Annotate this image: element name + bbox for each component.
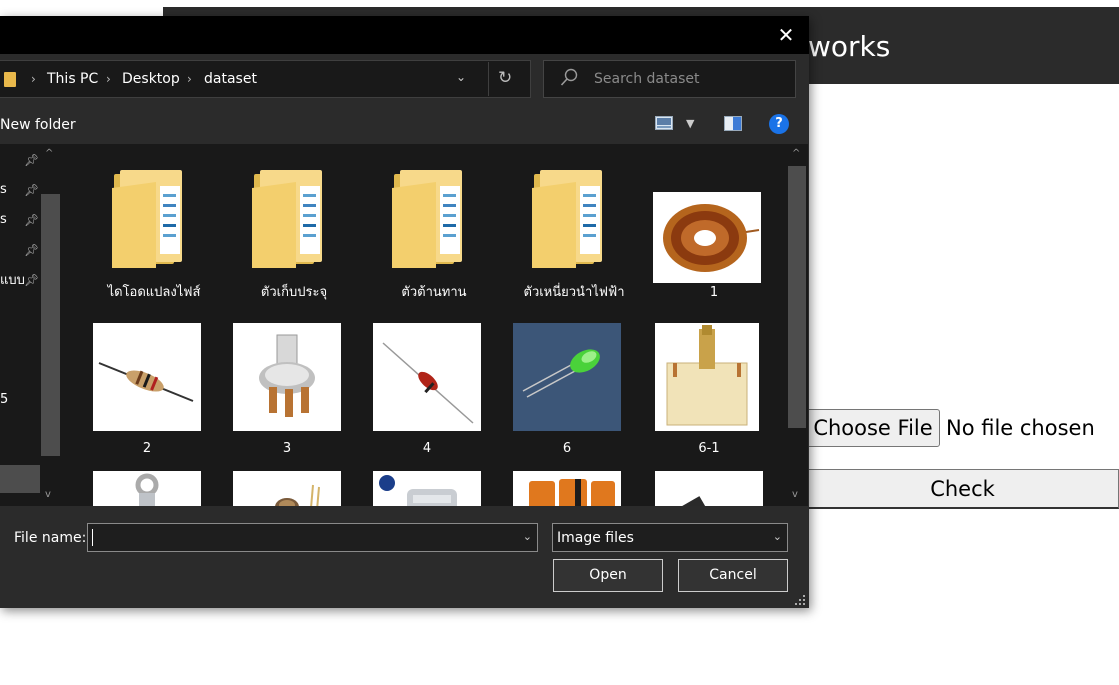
file-name-label: File name: bbox=[14, 530, 87, 546]
chevron-down-icon[interactable]: ⌄ bbox=[456, 70, 466, 84]
breadcrumb-desktop[interactable]: Desktop bbox=[122, 70, 180, 88]
no-file-chosen-text: No file chosen bbox=[946, 416, 1095, 440]
check-button[interactable]: Check bbox=[806, 469, 1119, 509]
text-caret bbox=[92, 529, 93, 546]
resistor-thumbnail bbox=[93, 323, 201, 431]
toroid-inductor-thumbnail bbox=[653, 192, 761, 283]
file-name-input[interactable]: ⌄ bbox=[87, 523, 538, 552]
pin-icon: 📌︎ bbox=[24, 213, 40, 227]
file-label: ไดโอดแปลงไฟส์ bbox=[107, 285, 201, 300]
potentiometer-thumbnail bbox=[233, 323, 341, 431]
diode-thumbnail bbox=[373, 323, 481, 431]
photoresistor-thumbnail bbox=[233, 471, 341, 506]
navigation-pane[interactable]: 📌︎ s 📌︎ s 📌︎ 📌︎ แบบ 📌︎ 5 ^ v bbox=[0, 144, 62, 506]
cancel-button[interactable]: Cancel bbox=[678, 559, 788, 592]
scroll-down-icon[interactable]: v bbox=[45, 489, 51, 500]
new-folder-button[interactable]: New folder bbox=[0, 116, 76, 134]
scroll-up-icon[interactable]: ^ bbox=[792, 148, 800, 159]
resize-grip-icon[interactable] bbox=[794, 594, 806, 606]
chevron-right-icon[interactable]: › bbox=[187, 70, 192, 88]
nav-item-5[interactable]: แบบ bbox=[0, 273, 25, 289]
pin-icon: 📌︎ bbox=[24, 153, 40, 167]
nav-item-selected[interactable] bbox=[0, 465, 40, 493]
scroll-down-icon[interactable]: v bbox=[792, 489, 798, 500]
search-placeholder: Search dataset bbox=[594, 71, 700, 87]
lug-terminal-thumbnail bbox=[93, 471, 201, 506]
file-label: 4 bbox=[422, 441, 432, 456]
file-label: 2 bbox=[142, 441, 152, 456]
chevron-down-icon[interactable]: ⌄ bbox=[523, 530, 532, 543]
file-label: ตัวเก็บประจุ bbox=[260, 285, 328, 300]
folder-icon bbox=[252, 170, 322, 268]
dialog-titlebar[interactable]: ✕ bbox=[0, 16, 809, 54]
file-list-scrollbar[interactable]: ^ v bbox=[787, 144, 808, 506]
nav-item-2[interactable]: s bbox=[0, 182, 7, 198]
change-view-icon[interactable] bbox=[655, 116, 673, 130]
file-label: 3 bbox=[282, 441, 292, 456]
file-label: 6-1 bbox=[698, 441, 720, 456]
nav-item-6[interactable]: 5 bbox=[0, 392, 8, 408]
green-led-thumbnail bbox=[513, 323, 621, 431]
folder-icon bbox=[532, 170, 602, 268]
close-button[interactable]: ✕ bbox=[763, 16, 809, 54]
relay-thumbnail bbox=[373, 471, 481, 506]
refresh-icon[interactable]: ↻ bbox=[498, 68, 512, 88]
folder-icon bbox=[112, 170, 182, 268]
file-label: 1 bbox=[709, 285, 719, 300]
electrolytic-capacitors-thumbnail bbox=[513, 471, 621, 506]
variable-capacitor-thumbnail bbox=[655, 323, 759, 431]
folder-icon bbox=[4, 72, 16, 87]
chevron-right-icon[interactable]: › bbox=[31, 70, 36, 88]
page-title: works bbox=[808, 30, 891, 63]
file-type-value: Image files bbox=[557, 530, 634, 546]
pin-icon: 📌︎ bbox=[24, 183, 40, 197]
breadcrumb-dataset[interactable]: dataset bbox=[204, 70, 257, 88]
help-icon[interactable]: ? bbox=[769, 114, 789, 134]
transistor-thumbnail bbox=[655, 471, 763, 506]
pin-icon: 📌︎ bbox=[24, 243, 40, 257]
chevron-right-icon[interactable]: › bbox=[106, 70, 111, 88]
breadcrumb-this-pc[interactable]: This PC bbox=[47, 70, 98, 88]
folder-icon bbox=[392, 170, 462, 268]
search-icon bbox=[560, 68, 578, 86]
open-button[interactable]: Open bbox=[553, 559, 663, 592]
file-open-dialog: ✕ › This PC › Desktop › dataset ⌄ ↻ Sear… bbox=[0, 16, 809, 608]
file-label: 6 bbox=[562, 441, 572, 456]
divider bbox=[488, 62, 489, 96]
caret-down-icon[interactable]: ▼ bbox=[686, 117, 694, 130]
scroll-up-icon[interactable]: ^ bbox=[45, 148, 53, 159]
scrollbar-thumb[interactable] bbox=[788, 166, 806, 428]
file-label: ตัวเหนี่ยวนำไฟฟ้า bbox=[523, 285, 625, 300]
nav-scrollbar-thumb[interactable] bbox=[41, 194, 60, 456]
address-bar[interactable]: › This PC › Desktop › dataset ⌄ ↻ bbox=[0, 60, 531, 98]
search-input[interactable]: Search dataset bbox=[543, 60, 796, 98]
preview-pane-icon[interactable] bbox=[724, 116, 742, 131]
file-label: ตัวต้านทาน bbox=[401, 285, 467, 300]
nav-item-3[interactable]: s bbox=[0, 212, 7, 228]
file-type-select[interactable]: Image files ⌄ bbox=[552, 523, 788, 552]
pin-icon: 📌︎ bbox=[24, 273, 40, 287]
file-list[interactable]: ไดโอดแปลงไฟส์ ตัวเก็บประจุ ตัวต้านทาน ตั… bbox=[62, 144, 787, 506]
choose-file-button[interactable]: Choose File bbox=[806, 409, 940, 447]
chevron-down-icon[interactable]: ⌄ bbox=[773, 530, 782, 543]
